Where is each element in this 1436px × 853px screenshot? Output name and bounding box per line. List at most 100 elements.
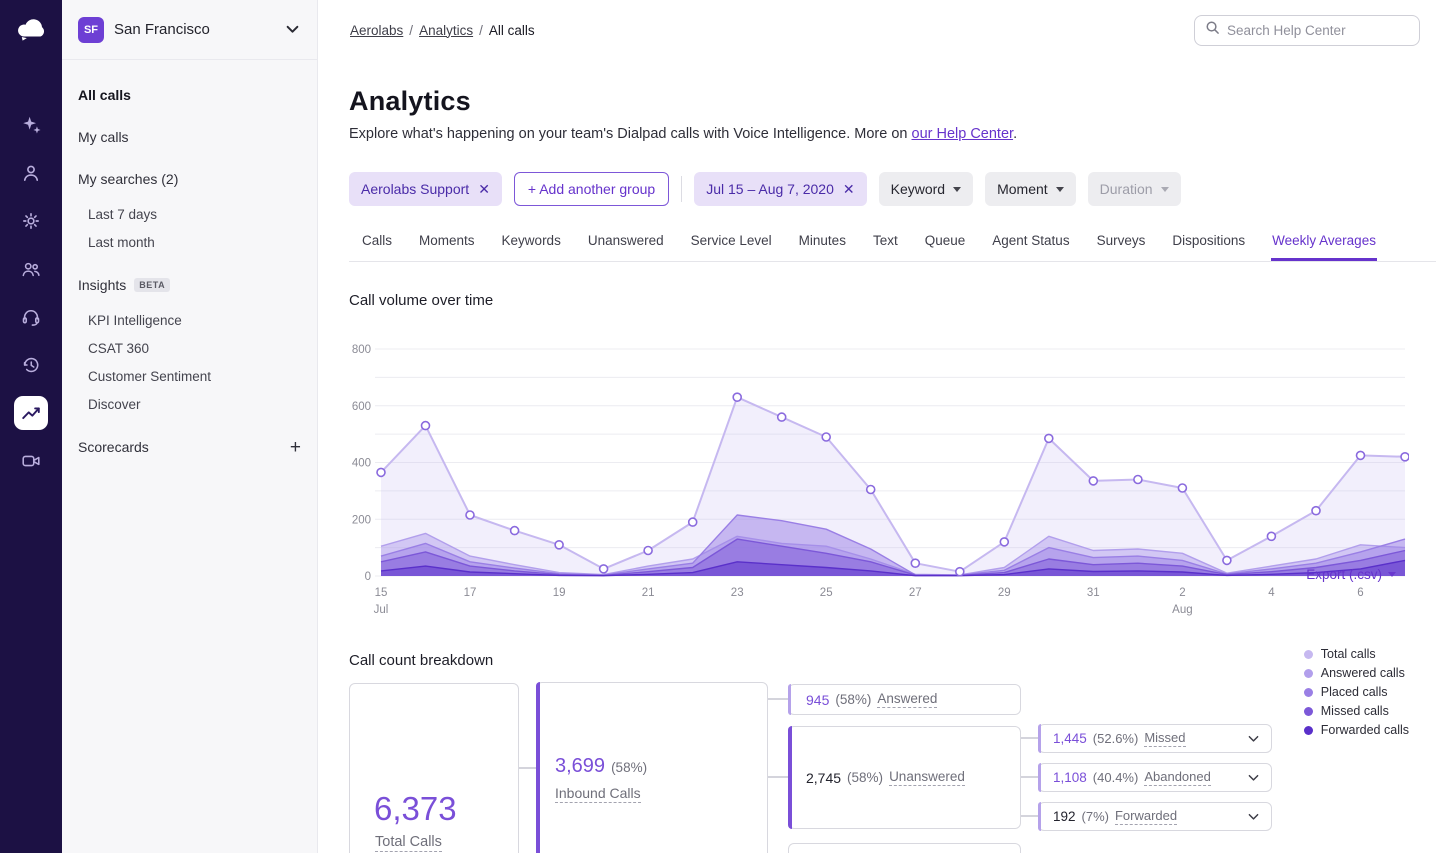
contacts-icon[interactable]: [14, 252, 48, 286]
filter-dropdown-label: Moment: [997, 181, 1048, 197]
abandoned-value: 1,108: [1053, 770, 1087, 785]
tab-unanswered[interactable]: Unanswered: [587, 233, 665, 261]
sparkles-icon[interactable]: [14, 108, 48, 142]
connector-line: [768, 698, 788, 700]
sidebar-item-my-calls[interactable]: My calls: [62, 116, 317, 158]
search-icon: [1205, 20, 1220, 40]
forwarded-value: 192: [1053, 809, 1076, 824]
tab-queue[interactable]: Queue: [924, 233, 967, 261]
unanswered-calls-box: 2,745 (58%) Unanswered: [788, 726, 1021, 829]
remove-icon[interactable]: ✕: [478, 181, 490, 198]
tab-keywords[interactable]: Keywords: [501, 233, 562, 261]
tab-dispositions[interactable]: Dispositions: [1171, 233, 1246, 261]
sidebar-item-all-calls[interactable]: All calls: [62, 74, 317, 116]
missed-label[interactable]: Missed: [1144, 730, 1185, 747]
inbound-calls-label[interactable]: Inbound Calls: [555, 785, 641, 803]
history-icon[interactable]: [14, 348, 48, 382]
answered-value: 945: [806, 692, 829, 708]
filter-chip-group[interactable]: Aerolabs Support ✕: [349, 172, 502, 206]
breadcrumb: Aerolabs/Analytics/All calls: [350, 23, 535, 38]
chevron-down-icon[interactable]: [1248, 774, 1259, 782]
svg-text:29: 29: [998, 587, 1011, 599]
inbound-calls-pct: (58%): [611, 760, 647, 775]
subtitle-suffix: .: [1013, 126, 1017, 142]
tab-surveys[interactable]: Surveys: [1096, 233, 1147, 261]
chart-title: Call volume over time: [349, 292, 1409, 309]
caret-down-icon: [1161, 187, 1169, 192]
sidebar-item-customer-sentiment[interactable]: Customer Sentiment: [62, 362, 317, 390]
filter-dropdown-duration[interactable]: Duration: [1088, 172, 1181, 206]
svg-text:200: 200: [352, 514, 371, 526]
tab-minutes[interactable]: Minutes: [798, 233, 847, 261]
svg-text:2: 2: [1179, 587, 1185, 599]
filter-chip-daterange-label: Jul 15 – Aug 7, 2020: [706, 181, 834, 197]
tab-service-level[interactable]: Service Level: [690, 233, 773, 261]
remove-icon[interactable]: ✕: [843, 181, 855, 198]
user-icon[interactable]: [14, 156, 48, 190]
sidebar-item-csat-360[interactable]: CSAT 360: [62, 334, 317, 362]
unanswered-pct: (58%): [847, 770, 883, 785]
sidebar-item-scorecards[interactable]: Scorecards+: [62, 426, 317, 468]
svg-text:31: 31: [1087, 587, 1100, 599]
sidebar-item-kpi-intelligence[interactable]: KPI Intelligence: [62, 306, 317, 334]
total-calls-value: 6,373: [374, 790, 457, 828]
svg-text:0: 0: [365, 571, 371, 583]
sidebar-item-last-month[interactable]: Last month: [62, 228, 317, 256]
svg-text:19: 19: [553, 587, 566, 599]
search-input[interactable]: [1227, 23, 1409, 38]
support-icon[interactable]: [14, 300, 48, 334]
connector-line: [1021, 737, 1038, 739]
sidebar-item-insights[interactable]: InsightsBETA: [62, 264, 317, 306]
sidebar-item-last-7-days[interactable]: Last 7 days: [62, 200, 317, 228]
analytics-icon[interactable]: [14, 396, 48, 430]
sidebar-item-label: KPI Intelligence: [88, 313, 182, 328]
tab-moments[interactable]: Moments: [418, 233, 476, 261]
forwarded-label[interactable]: Forwarded: [1115, 808, 1177, 825]
svg-text:17: 17: [464, 587, 477, 599]
svg-text:Jul: Jul: [374, 604, 389, 616]
caret-down-icon: [1056, 187, 1064, 192]
tab-text[interactable]: Text: [872, 233, 899, 261]
forwarded-calls-box: 192 (7%) Forwarded: [1038, 802, 1272, 831]
call-volume-chart: 020040060080015Jul17192123252729312Aug46…: [349, 338, 1409, 618]
abandoned-label[interactable]: Abandoned: [1144, 769, 1211, 786]
help-center-link[interactable]: our Help Center: [912, 126, 1014, 142]
sidebar-item-my-searches-2[interactable]: My searches (2): [62, 158, 317, 200]
tab-agent-status[interactable]: Agent Status: [991, 233, 1070, 261]
filter-dropdown-label: Keyword: [891, 181, 945, 197]
chevron-down-icon[interactable]: [1248, 813, 1259, 821]
filter-dropdown-keyword[interactable]: Keyword: [879, 172, 973, 206]
export-csv-link[interactable]: Export (.csv): [1306, 567, 1396, 582]
chevron-down-icon[interactable]: [1248, 735, 1259, 743]
settings-icon[interactable]: [14, 204, 48, 238]
total-calls-label[interactable]: Total Calls: [375, 834, 442, 852]
unanswered-label[interactable]: Unanswered: [889, 769, 965, 786]
forwarded-pct: (7%): [1082, 809, 1109, 824]
breadcrumb-analytics[interactable]: Analytics: [419, 23, 473, 38]
help-search: [1194, 15, 1420, 46]
filter-dropdown-moment[interactable]: Moment: [985, 172, 1076, 206]
subtitle-text: Explore what's happening on your team's …: [349, 126, 907, 142]
divider: [681, 176, 682, 202]
filter-chip-daterange[interactable]: Jul 15 – Aug 7, 2020 ✕: [694, 172, 866, 206]
add-scorecard-button[interactable]: +: [290, 438, 301, 457]
breadcrumb-aerolabs[interactable]: Aerolabs: [350, 23, 403, 38]
missed-pct: (52.6%): [1093, 731, 1139, 746]
answered-label[interactable]: Answered: [877, 691, 937, 708]
beta-badge: BETA: [134, 278, 170, 292]
legend-dot: [1304, 669, 1313, 678]
video-icon[interactable]: [14, 444, 48, 478]
svg-text:23: 23: [731, 587, 744, 599]
tab-weekly-averages[interactable]: Weekly Averages: [1271, 233, 1377, 261]
sidebar-item-discover[interactable]: Discover: [62, 390, 317, 418]
caret-down-icon: [1388, 572, 1396, 577]
team-selector[interactable]: SF San Francisco: [62, 0, 317, 60]
tab-calls[interactable]: Calls: [361, 233, 393, 261]
page-subtitle: Explore what's happening on your team's …: [349, 126, 1409, 142]
connector-line: [1021, 815, 1038, 817]
sidebar-item-label: CSAT 360: [88, 341, 149, 356]
breadcrumb-separator: /: [479, 23, 483, 38]
breadcrumb-all-calls: All calls: [489, 23, 535, 38]
unanswered-value: 2,745: [806, 770, 841, 786]
add-group-button[interactable]: + Add another group: [514, 172, 669, 206]
